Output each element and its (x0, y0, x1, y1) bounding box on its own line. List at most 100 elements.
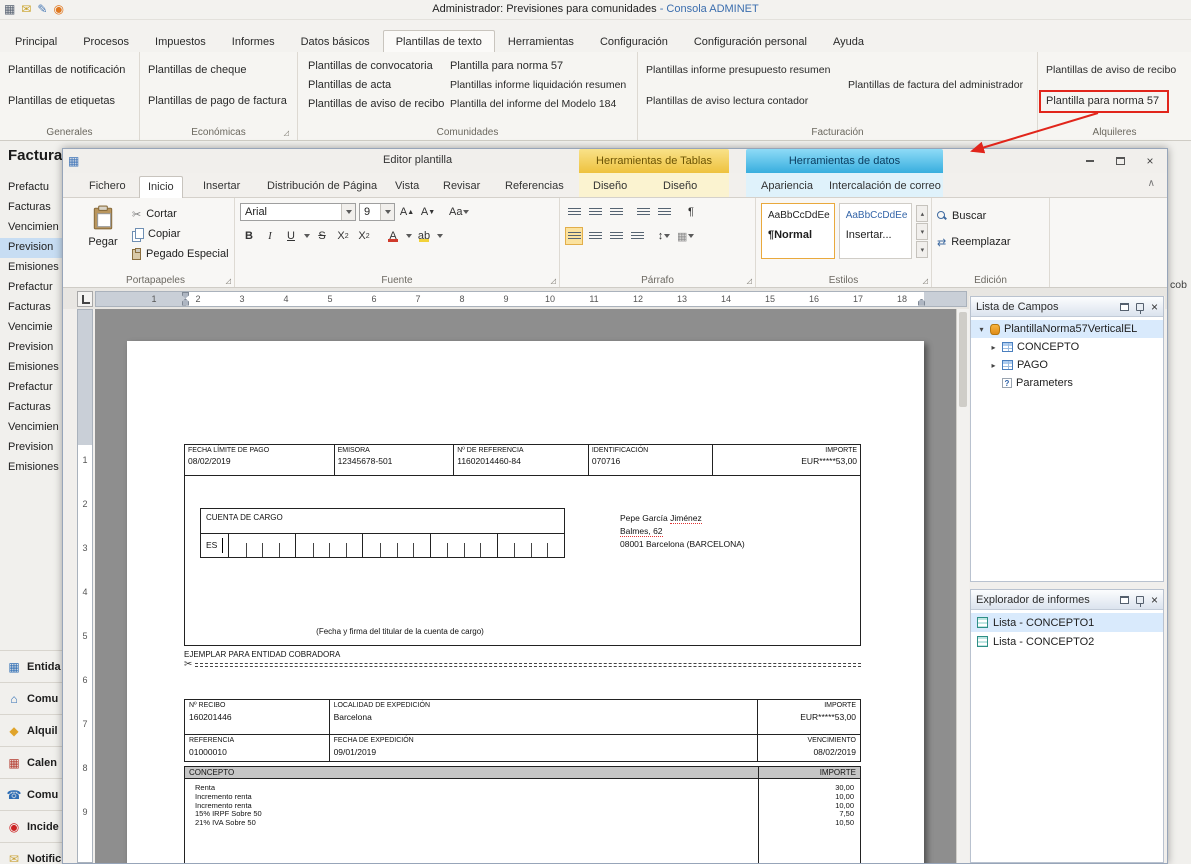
dialog-launcher-icon[interactable]: ◿ (747, 277, 752, 285)
dialog-launcher-icon[interactable]: ◿ (226, 277, 231, 285)
close-panel-button[interactable]: × (1151, 595, 1158, 605)
dialog-launcher-icon[interactable]: ◿ (923, 277, 928, 285)
btn-plantillas-presupuesto-resumen[interactable]: Plantillas informe presupuesto resumen (644, 63, 832, 77)
decrease-indent-button[interactable] (634, 203, 652, 221)
chevron-down-icon[interactable] (437, 234, 443, 238)
sidebar-item[interactable]: Vencimien (0, 218, 62, 238)
chevron-down-icon[interactable] (406, 234, 412, 238)
align-center-button[interactable] (586, 227, 604, 245)
sidebar-item[interactable]: Emisiones (0, 358, 62, 378)
btn-plantilla-norma57-com[interactable]: Plantilla para norma 57 (448, 59, 565, 73)
bold-button[interactable]: B (240, 227, 258, 245)
tab-datos-basicos[interactable]: Datos básicos (288, 30, 383, 52)
close-button[interactable]: × (1141, 153, 1159, 168)
float-panel-button[interactable] (1120, 303, 1129, 311)
etab-referencias[interactable]: Referencias (497, 176, 572, 198)
tree-node-concepto[interactable]: ▸ CONCEPTO (971, 338, 1163, 356)
tab-configuracion-personal[interactable]: Configuración personal (681, 30, 820, 52)
etab-diseno-2[interactable]: Diseño (655, 176, 705, 198)
replace-button[interactable]: ⇄ Reemplazar (937, 233, 1044, 251)
etab-intercalacion[interactable]: Intercalación de correo (821, 176, 949, 198)
nav-group-comunidades[interactable]: ⌂ Comu (0, 682, 62, 714)
sidebar-item[interactable]: Vencimie (0, 318, 62, 338)
styles-scroll-down-button[interactable]: ▾ (916, 223, 928, 240)
scrollbar-thumb[interactable] (959, 312, 967, 407)
multilevel-list-button[interactable] (607, 203, 625, 221)
tab-ayuda[interactable]: Ayuda (820, 30, 877, 52)
btn-plantillas-aviso-lectura[interactable]: Plantillas de aviso lectura contador (644, 94, 810, 108)
horizontal-ruler[interactable]: 1 2 3 4 5 6 7 8 9 10 11 12 13 14 15 16 1… (95, 291, 967, 307)
shrink-font-button[interactable]: A▼ (419, 203, 437, 221)
etab-revisar[interactable]: Revisar (435, 176, 488, 198)
nav-group-incidencias[interactable]: ◉ Incide (0, 810, 62, 842)
numbered-list-button[interactable] (586, 203, 604, 221)
etab-vista[interactable]: Vista (387, 176, 427, 198)
sidebar-item[interactable]: Prefactu (0, 178, 62, 198)
nav-group-alquileres[interactable]: ◆ Alquil (0, 714, 62, 746)
sidebar-item[interactable]: Facturas (0, 298, 62, 318)
btn-plantillas-acta[interactable]: Plantillas de acta (306, 78, 393, 92)
etab-fichero[interactable]: Fichero (81, 176, 134, 198)
styles-gallery-more-button[interactable]: ▾ (916, 241, 928, 258)
close-panel-button[interactable]: × (1151, 302, 1158, 312)
tab-configuracion[interactable]: Configuración (587, 30, 681, 52)
btn-plantillas-convocatoria[interactable]: Plantillas de convocatoria (306, 59, 435, 73)
change-case-button[interactable]: Aa (448, 203, 470, 221)
btn-plantillas-pago-factura[interactable]: Plantillas de pago de factura (146, 94, 289, 108)
style-normal[interactable]: AaBbCcDdEe ¶Normal (761, 203, 835, 259)
line-spacing-button[interactable]: ↕ (655, 227, 673, 245)
tree-node-root[interactable]: ▾ PlantillaNorma57VerticalEL (971, 320, 1163, 338)
minimize-button[interactable] (1081, 153, 1099, 168)
nav-group-comunicaciones[interactable]: ☎ Comu (0, 778, 62, 810)
sidebar-item-selected[interactable]: Prevision (0, 238, 62, 258)
btn-plantillas-etiquetas[interactable]: Plantillas de etiquetas (6, 94, 117, 108)
tab-impuestos[interactable]: Impuestos (142, 30, 219, 52)
pin-panel-button[interactable] (1136, 303, 1144, 311)
tree-node-pago[interactable]: ▸ PAGO (971, 356, 1163, 374)
underline-button[interactable]: U (282, 227, 300, 245)
document-page[interactable]: FECHA LÍMITE DE PAGO08/02/2019 EMISORA12… (127, 341, 924, 863)
dialog-launcher-icon[interactable]: ◿ (551, 277, 556, 285)
document-scrollbar[interactable] (956, 309, 969, 863)
vertical-ruler[interactable]: 1 2 3 4 5 6 7 8 9 (77, 309, 93, 863)
highlight-button[interactable]: ab (415, 227, 433, 245)
bullet-list-button[interactable] (565, 203, 583, 221)
sidebar-item[interactable]: Emisiones (0, 258, 62, 278)
etab-insertar[interactable]: Insertar (195, 176, 248, 198)
maximize-button[interactable] (1111, 153, 1129, 168)
nav-group-calendario[interactable]: ▦ Calen (0, 746, 62, 778)
shading-button[interactable]: ▦ (676, 227, 695, 245)
btn-plantillas-factura-administrador[interactable]: Plantillas de factura del administrador (846, 78, 1025, 92)
nav-group-entidades[interactable]: ▦ Entida (0, 650, 62, 682)
font-size-combobox[interactable]: 9 (359, 203, 395, 221)
sidebar-item[interactable]: Prevision (0, 338, 62, 358)
subscript-button[interactable]: X2 (355, 227, 373, 245)
tab-informes[interactable]: Informes (219, 30, 288, 52)
sidebar-item[interactable]: Emisiones (0, 458, 62, 478)
sidebar-item[interactable]: Vencimien (0, 418, 62, 438)
btn-plantillas-aviso-recibo-alq[interactable]: Plantillas de aviso de recibo (1044, 63, 1178, 77)
increase-indent-button[interactable] (655, 203, 673, 221)
strikethrough-button[interactable]: S (313, 227, 331, 245)
btn-plantillas-liquidacion-resumen[interactable]: Plantillas informe liquidación resumen (448, 78, 628, 92)
justify-button[interactable] (628, 227, 646, 245)
font-family-combobox[interactable]: Arial (240, 203, 356, 221)
context-header-tablas[interactable]: Herramientas de Tablas (579, 149, 729, 173)
chevron-down-icon[interactable]: ▾ (977, 325, 986, 334)
font-color-button[interactable]: A (384, 227, 402, 245)
cut-button[interactable]: ✂Cortar (132, 205, 229, 223)
collapse-ribbon-icon[interactable]: ∧ (1148, 178, 1155, 189)
sidebar-item[interactable]: Facturas (0, 198, 62, 218)
btn-plantillas-aviso-recibo-com[interactable]: Plantillas de aviso de recibo (306, 97, 446, 111)
chevron-right-icon[interactable]: ▸ (989, 343, 998, 352)
btn-plantillas-cheque[interactable]: Plantillas de cheque (146, 63, 248, 77)
style-insertar[interactable]: AaBbCcDdEe Insertar... (839, 203, 913, 259)
sidebar-item[interactable]: Prefactur (0, 378, 62, 398)
grow-font-button[interactable]: A▲ (398, 203, 416, 221)
pin-panel-button[interactable] (1136, 596, 1144, 604)
float-panel-button[interactable] (1120, 596, 1129, 604)
report-item-concepto1[interactable]: Lista - CONCEPTO1 (971, 613, 1163, 632)
tab-procesos[interactable]: Procesos (70, 30, 142, 52)
sidebar-item[interactable]: Prefactur (0, 278, 62, 298)
etab-distribucion[interactable]: Distribución de Página (259, 176, 385, 198)
